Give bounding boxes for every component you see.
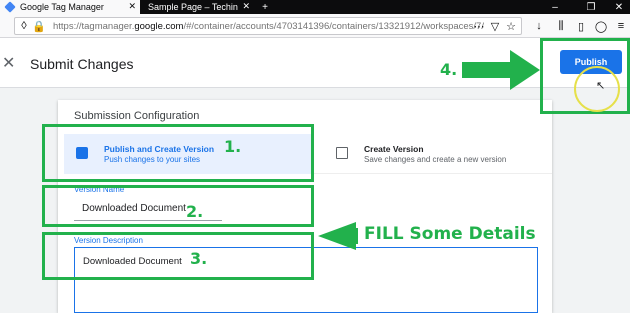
fill-details-label: FILL Some Details bbox=[364, 224, 536, 244]
arrow-right-icon bbox=[462, 50, 540, 90]
annotation-arrows bbox=[318, 50, 540, 250]
arrow-left-icon bbox=[318, 222, 358, 250]
